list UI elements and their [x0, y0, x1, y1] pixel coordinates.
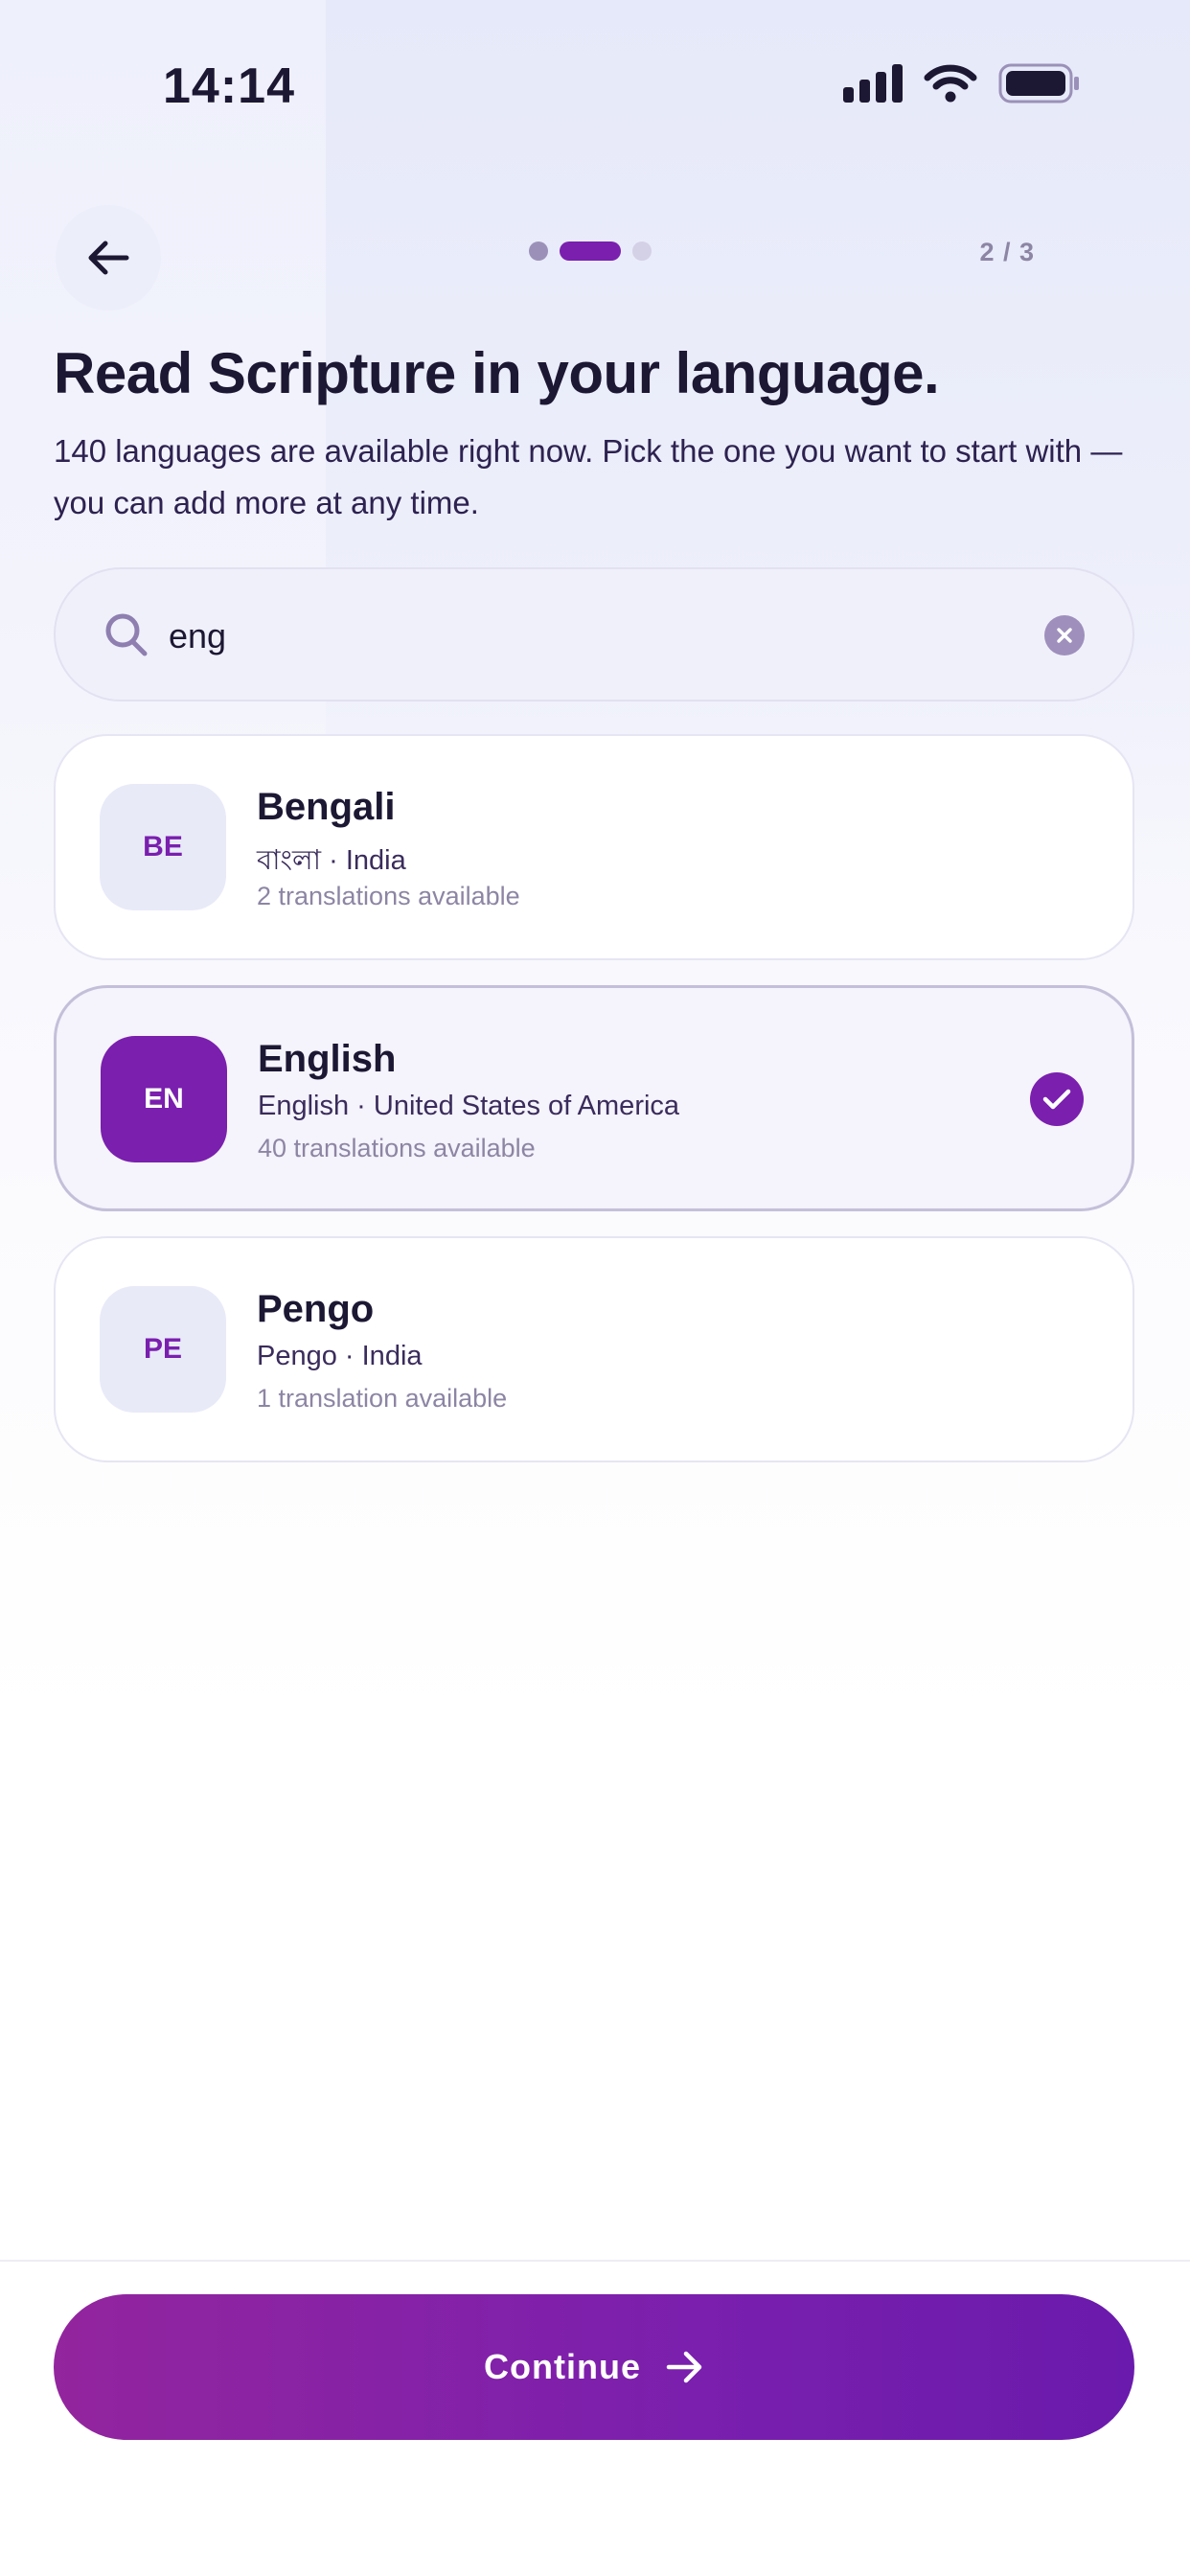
step-dot-1: [529, 242, 548, 261]
step-dot-2: [560, 242, 621, 261]
status-icons: [843, 63, 1081, 104]
language-avatar: PE: [100, 1286, 226, 1413]
status-time: 14:14: [163, 58, 295, 114]
check-icon: [1042, 1089, 1071, 1110]
page-subtitle: 140 languages are available right now. P…: [54, 433, 1123, 520]
language-name: Pengo: [257, 1288, 375, 1330]
arrow-left-icon: [88, 241, 129, 275]
translation-count: 2 translations available: [257, 882, 520, 910]
cellular-signal-icon: [843, 64, 903, 103]
translation-count: 1 translation available: [257, 1384, 508, 1413]
translation-count: 40 translations available: [258, 1134, 536, 1162]
language-avatar: BE: [100, 784, 226, 910]
clear-search-button[interactable]: [1044, 615, 1085, 656]
search-icon: [105, 613, 148, 656]
language-card-bengali[interactable]: BE Bengali বাংলা · India 2 translations …: [54, 734, 1134, 960]
back-button[interactable]: [56, 205, 161, 310]
language-subtitle: English · United States of America: [258, 1091, 680, 1121]
language-card-pengo[interactable]: PE Pengo Pengo · India 1 translation ava…: [54, 1236, 1134, 1462]
continue-button[interactable]: Continue: [54, 2294, 1134, 2440]
language-subtitle: বাংলা · India: [257, 845, 406, 876]
page-title: Read Scripture in your language.: [54, 341, 940, 405]
continue-label: Continue: [484, 2347, 641, 2386]
clear-icon: [1057, 628, 1072, 643]
wifi-icon: [924, 64, 977, 103]
language-card-english[interactable]: EN English English · United States of Am…: [54, 985, 1134, 1211]
language-subtitle: Pengo · India: [257, 1341, 423, 1371]
step-counter: 2 / 3: [979, 238, 1035, 266]
language-name: Bengali: [257, 786, 396, 828]
arrow-right-icon: [666, 2351, 702, 2383]
selected-badge: [1030, 1072, 1084, 1126]
footer-divider: [0, 2260, 1190, 2262]
language-search[interactable]: [54, 567, 1134, 702]
language-avatar: EN: [101, 1036, 227, 1162]
step-dot-3: [632, 242, 652, 261]
language-name: English: [258, 1038, 397, 1080]
battery-icon: [998, 63, 1079, 104]
search-input[interactable]: [169, 608, 954, 665]
step-indicator: [529, 242, 652, 261]
